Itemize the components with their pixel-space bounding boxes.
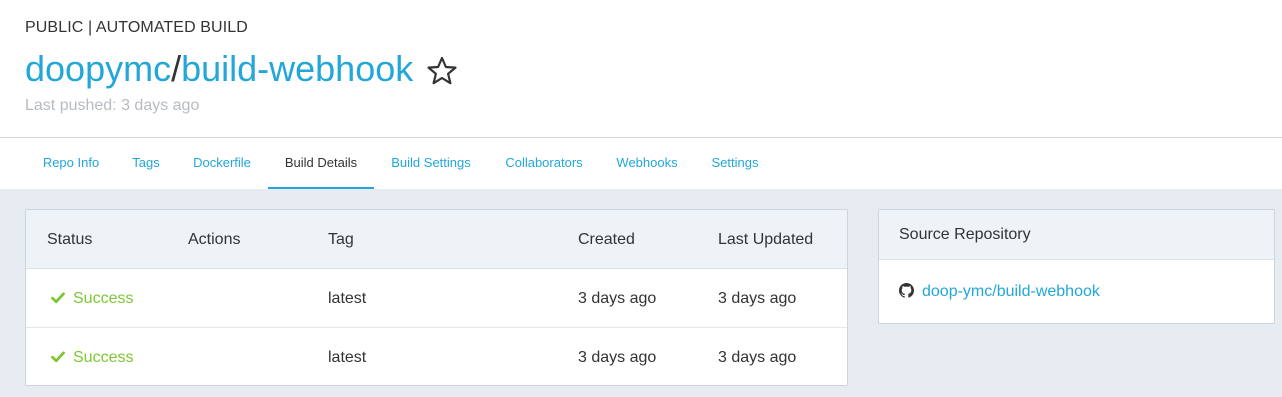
build-last-updated: 3 days ago xyxy=(718,290,797,307)
column-last-updated: Last Updated xyxy=(718,231,814,248)
star-icon[interactable] xyxy=(426,56,458,86)
build-status[interactable]: Success xyxy=(51,269,133,328)
github-icon xyxy=(899,283,914,298)
repo-type-label: PUBLIC | AUTOMATED BUILD xyxy=(25,19,248,36)
build-status-label: Success xyxy=(73,349,134,366)
column-created: Created xyxy=(578,231,635,248)
title-separator: / xyxy=(171,48,182,89)
column-tag: Tag xyxy=(328,231,354,248)
tab-collaborators[interactable]: Collaborators xyxy=(490,138,598,189)
last-pushed-text: Last pushed: 3 days ago xyxy=(25,97,200,114)
column-actions: Actions xyxy=(188,231,241,248)
build-last-updated: 3 days ago xyxy=(718,349,797,366)
build-tag: latest xyxy=(328,290,367,307)
namespace-link[interactable]: doopymc xyxy=(25,48,171,89)
build-status[interactable]: Success xyxy=(51,328,134,385)
build-status-label: Success xyxy=(73,290,134,307)
tab-dockerfile[interactable]: Dockerfile xyxy=(178,138,266,189)
tab-tags[interactable]: Tags xyxy=(118,138,174,189)
builds-table: Status Actions Tag Created Last Updated … xyxy=(25,209,848,386)
tab-build-settings[interactable]: Build Settings xyxy=(376,138,486,189)
build-details-content: Status Actions Tag Created Last Updated … xyxy=(0,189,1282,397)
source-repository-title: Source Repository xyxy=(879,210,1274,260)
build-tag: latest xyxy=(328,349,367,366)
column-status: Status xyxy=(47,231,93,248)
table-row[interactable]: Success latest 3 days ago 3 days ago xyxy=(26,269,847,328)
repo-title: doopymc/build-webhook xyxy=(25,47,413,91)
table-header: Status Actions Tag Created Last Updated xyxy=(26,210,847,269)
tab-repo-info[interactable]: Repo Info xyxy=(26,138,116,189)
tab-webhooks[interactable]: Webhooks xyxy=(602,138,692,189)
check-icon xyxy=(51,292,65,304)
source-repository-link[interactable]: doop-ymc/build-webhook xyxy=(899,274,1100,310)
source-repository-panel: Source Repository doop-ymc/build-webhook xyxy=(878,209,1275,324)
tab-build-details[interactable]: Build Details xyxy=(268,138,374,189)
repo-name-link[interactable]: build-webhook xyxy=(181,48,413,89)
tab-settings[interactable]: Settings xyxy=(696,138,774,189)
table-row[interactable]: Success latest 3 days ago 3 days ago xyxy=(26,328,847,385)
repo-tabs: Repo Info Tags Dockerfile Build Details … xyxy=(0,138,1282,189)
check-icon xyxy=(51,351,65,363)
source-repository-link-label: doop-ymc/build-webhook xyxy=(922,283,1100,300)
build-created: 3 days ago xyxy=(578,349,657,366)
repo-header: PUBLIC | AUTOMATED BUILD doopymc/build-w… xyxy=(0,0,1282,138)
build-created: 3 days ago xyxy=(578,290,657,307)
